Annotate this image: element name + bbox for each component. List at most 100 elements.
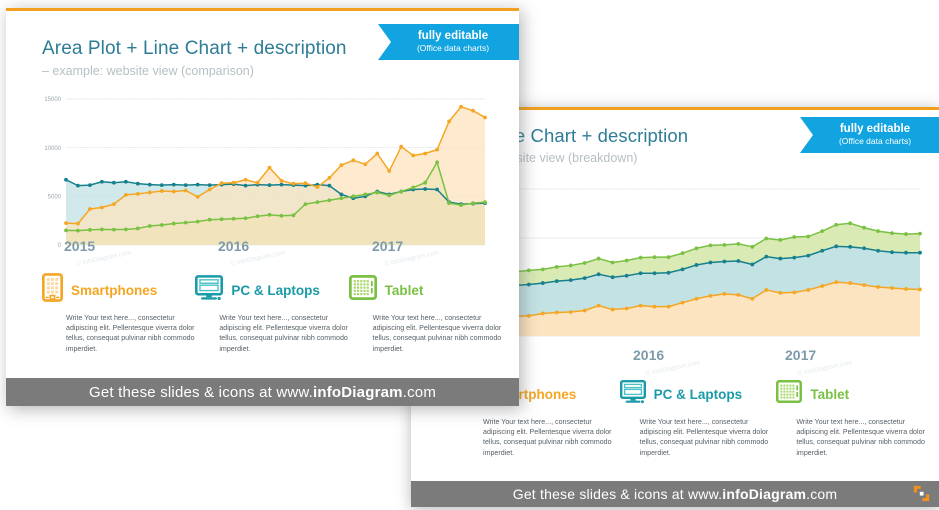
x-axis-year-label: 2015 xyxy=(64,238,96,254)
front-chart[interactable]: 0 5000 10000 15000 xyxy=(36,93,491,253)
data-point xyxy=(279,213,284,218)
data-point xyxy=(327,183,332,188)
footer-brand: infoDiagram xyxy=(312,383,403,401)
data-point xyxy=(526,282,531,287)
data-point xyxy=(243,216,248,221)
data-point xyxy=(183,183,188,188)
data-point xyxy=(88,227,92,232)
data-point xyxy=(411,185,416,190)
data-point xyxy=(171,182,176,187)
data-point xyxy=(183,188,188,193)
data-point xyxy=(111,227,116,232)
x-axis-year-label: 2016 xyxy=(218,238,250,254)
data-point xyxy=(195,194,200,199)
data-point xyxy=(708,243,713,248)
legend-item-tablet[interactable]: Tablet Write Your text here..., consecte… xyxy=(776,377,933,458)
front-chart-x-axis: 2015 2016 2017 © infoDiagram.com © infoD… xyxy=(36,238,491,268)
data-point xyxy=(918,287,922,292)
data-point xyxy=(652,255,657,260)
slide-front[interactable]: Area Plot + Line Chart + description – e… xyxy=(6,8,519,406)
data-point xyxy=(147,224,152,228)
data-point xyxy=(582,261,587,265)
data-point xyxy=(764,236,769,241)
data-point xyxy=(582,308,587,313)
data-point xyxy=(423,187,428,191)
data-point xyxy=(792,255,797,260)
data-point xyxy=(147,182,152,187)
data-point xyxy=(267,212,272,217)
data-point xyxy=(231,180,236,185)
data-point xyxy=(327,175,332,180)
data-point xyxy=(764,288,769,292)
data-point xyxy=(750,296,755,301)
overlapping-area-chart[interactable]: 050001000015000 xyxy=(36,93,491,253)
data-point xyxy=(159,183,164,188)
data-point xyxy=(890,231,894,235)
legend-description: Write Your text here..., consectetur adi… xyxy=(483,418,612,457)
data-point xyxy=(722,291,727,296)
data-point xyxy=(123,227,128,232)
data-point xyxy=(792,290,797,295)
legend-description: Write Your text here..., consectetur adi… xyxy=(372,314,502,353)
data-point xyxy=(231,216,236,221)
data-point xyxy=(848,221,853,226)
data-point xyxy=(219,181,224,186)
data-point xyxy=(610,260,615,265)
data-point xyxy=(195,182,200,187)
data-point xyxy=(638,255,643,260)
legend-label: PC & Laptops xyxy=(231,282,320,298)
data-point xyxy=(76,221,80,226)
data-point xyxy=(624,273,629,278)
data-point xyxy=(243,177,248,182)
data-point xyxy=(806,234,811,239)
back-slide-footer: Get these slides & icons at www.infoDiag… xyxy=(411,481,939,507)
y-axis-tick-label: 10000 xyxy=(44,146,61,152)
data-point xyxy=(554,265,559,269)
presentation-stage: Area + Line Chart + description – exampl… xyxy=(0,0,939,510)
data-point xyxy=(291,181,296,186)
data-point xyxy=(680,251,685,256)
data-point xyxy=(610,307,615,312)
page-title: Area Plot + Line Chart + description xyxy=(42,38,347,59)
x-axis-year-label: 2017 xyxy=(372,238,404,254)
data-point xyxy=(666,255,671,260)
data-point xyxy=(147,190,152,195)
data-point xyxy=(582,276,587,281)
data-point xyxy=(375,151,380,156)
data-point xyxy=(207,183,212,188)
data-point xyxy=(834,244,839,249)
data-point xyxy=(100,179,104,184)
data-point xyxy=(339,163,344,168)
legend-item-pc-laptops[interactable]: PC & Laptops Write Your text here..., co… xyxy=(195,273,348,354)
footer-suffix: .com xyxy=(402,383,437,401)
data-point xyxy=(195,219,200,224)
data-point xyxy=(435,147,440,152)
data-point xyxy=(750,262,755,267)
data-point xyxy=(351,158,356,163)
data-point xyxy=(806,253,811,258)
data-point xyxy=(315,185,320,189)
data-point xyxy=(459,104,463,109)
legend-description: Write Your text here..., consectetur adi… xyxy=(66,314,195,353)
data-point xyxy=(778,290,783,295)
data-point xyxy=(862,246,867,251)
ribbon-line-2: (Office data charts) xyxy=(838,136,912,146)
front-slide-footer: Get these slides & icons at www.infoDiag… xyxy=(6,378,519,406)
data-point xyxy=(471,201,475,206)
data-point xyxy=(624,258,629,263)
legend-item-tablet[interactable]: Tablet Write Your text here..., consecte… xyxy=(348,273,502,354)
legend-item-smartphones[interactable]: Smartphones Write Your text here..., con… xyxy=(42,273,195,354)
data-point xyxy=(554,279,559,284)
data-point xyxy=(315,200,320,205)
data-point xyxy=(568,278,573,283)
legend-item-pc-laptops[interactable]: PC & Laptops Write Your text here..., co… xyxy=(619,377,777,458)
data-point xyxy=(722,242,727,247)
footer-brand: infoDiagram xyxy=(722,486,807,502)
data-point xyxy=(848,244,853,249)
data-point xyxy=(459,203,463,207)
data-point xyxy=(736,292,741,297)
data-point xyxy=(303,181,308,186)
data-point xyxy=(483,115,487,120)
data-point xyxy=(279,178,284,183)
data-point xyxy=(339,196,344,201)
